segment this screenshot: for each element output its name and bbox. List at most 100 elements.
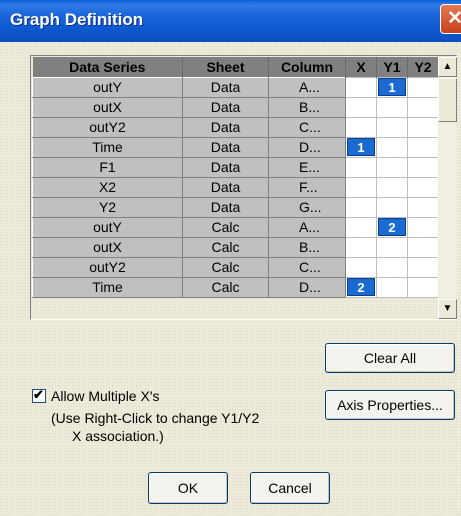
y2-cell[interactable] [407, 96, 439, 118]
series-cell[interactable]: outY [32, 76, 183, 98]
grid-vertical-scrollbar[interactable]: ▲ ▼ [438, 57, 457, 319]
x-cell[interactable] [345, 236, 377, 258]
column-cell[interactable]: B... [268, 236, 346, 258]
y1-cell[interactable]: 2 [376, 216, 408, 238]
series-cell[interactable]: Time [32, 136, 183, 158]
y2-cell[interactable] [407, 256, 439, 278]
grid-row[interactable]: Time Data D... 1 [32, 136, 439, 158]
axis-assignment-badge: 1 [347, 138, 375, 156]
grid-row[interactable]: F1 Data E... [32, 156, 439, 178]
series-grid: Data Series Sheet Column X Y1 Y2 outY Dat… [32, 57, 439, 298]
x-cell[interactable] [345, 216, 377, 238]
series-cell[interactable]: outX [32, 236, 183, 258]
x-cell[interactable] [345, 76, 377, 98]
series-cell[interactable]: outX [32, 96, 183, 118]
y1-cell[interactable] [376, 96, 408, 118]
column-cell[interactable]: C... [268, 256, 346, 278]
series-cell[interactable]: outY [32, 216, 183, 238]
y1-cell[interactable] [376, 136, 408, 158]
y1-cell[interactable] [376, 176, 408, 198]
column-cell[interactable]: F... [268, 176, 346, 198]
axis-properties-button[interactable]: Axis Properties... [325, 390, 455, 420]
arrow-down-icon: ▼ [442, 303, 453, 314]
grid-row[interactable]: X2 Data F... [32, 176, 439, 198]
y2-cell[interactable] [407, 156, 439, 178]
header-y2[interactable]: Y2 [407, 57, 439, 77]
header-sheet[interactable]: Sheet [182, 57, 269, 77]
allow-multiple-x-label[interactable]: Allow Multiple X's [51, 388, 160, 404]
cancel-button[interactable]: Cancel [250, 472, 330, 504]
grid-row[interactable]: Time Calc D... 2 [32, 276, 439, 298]
header-data-series[interactable]: Data Series [32, 57, 183, 77]
grid-row[interactable]: outY Data A... 1 [32, 76, 439, 98]
title-bar[interactable]: Graph Definition ✕ [0, 0, 461, 42]
x-cell[interactable]: 2 [345, 276, 377, 298]
y2-cell[interactable] [407, 236, 439, 258]
y2-cell[interactable] [407, 276, 439, 298]
sheet-cell[interactable]: Data [182, 156, 269, 178]
sheet-cell[interactable]: Data [182, 136, 269, 158]
scroll-up-button[interactable]: ▲ [438, 57, 457, 77]
y2-cell[interactable] [407, 176, 439, 198]
sheet-cell[interactable]: Calc [182, 236, 269, 258]
column-cell[interactable]: D... [268, 136, 346, 158]
x-cell[interactable]: 1 [345, 136, 377, 158]
column-cell[interactable]: B... [268, 96, 346, 118]
series-cell[interactable]: Y2 [32, 196, 183, 218]
series-cell[interactable]: X2 [32, 176, 183, 198]
x-cell[interactable] [345, 156, 377, 178]
column-cell[interactable]: E... [268, 156, 346, 178]
y1-cell[interactable] [376, 276, 408, 298]
sheet-cell[interactable]: Data [182, 96, 269, 118]
y2-cell[interactable] [407, 216, 439, 238]
sheet-cell[interactable]: Calc [182, 216, 269, 238]
x-cell[interactable] [345, 96, 377, 118]
column-cell[interactable]: A... [268, 216, 346, 238]
series-cell[interactable]: F1 [32, 156, 183, 178]
grid-row[interactable]: outY Calc A... 2 [32, 216, 439, 238]
series-cell[interactable]: outY2 [32, 256, 183, 278]
x-cell[interactable] [345, 196, 377, 218]
x-cell[interactable] [345, 116, 377, 138]
y1-cell[interactable] [376, 116, 408, 138]
y2-cell[interactable] [407, 76, 439, 98]
y1-cell[interactable] [376, 236, 408, 258]
grid-row[interactable]: outY2 Calc C... [32, 256, 439, 278]
y2-cell[interactable] [407, 116, 439, 138]
clear-all-button[interactable]: Clear All [325, 343, 455, 373]
allow-multiple-x-checkbox[interactable]: ✔ [32, 387, 46, 403]
grid-row[interactable]: outX Calc B... [32, 236, 439, 258]
hint-text-line1: (Use Right-Click to change Y1/Y2 [51, 410, 260, 426]
header-column[interactable]: Column [268, 57, 346, 77]
column-cell[interactable]: C... [268, 116, 346, 138]
header-y1[interactable]: Y1 [376, 57, 408, 77]
sheet-cell[interactable]: Calc [182, 256, 269, 278]
y1-cell[interactable]: 1 [376, 76, 408, 98]
y1-cell[interactable] [376, 156, 408, 178]
grid-row[interactable]: Y2 Data G... [32, 196, 439, 218]
scroll-down-button[interactable]: ▼ [438, 299, 457, 319]
x-cell[interactable] [345, 256, 377, 278]
ok-button[interactable]: OK [148, 472, 228, 504]
sheet-cell[interactable]: Data [182, 196, 269, 218]
series-cell[interactable]: outY2 [32, 116, 183, 138]
close-button[interactable]: ✕ [440, 4, 461, 34]
x-cell[interactable] [345, 176, 377, 198]
series-cell[interactable]: Time [32, 276, 183, 298]
axis-assignment-badge: 2 [347, 278, 375, 296]
sheet-cell[interactable]: Data [182, 116, 269, 138]
column-cell[interactable]: G... [268, 196, 346, 218]
scroll-thumb[interactable] [438, 78, 457, 122]
sheet-cell[interactable]: Calc [182, 276, 269, 298]
y1-cell[interactable] [376, 196, 408, 218]
y2-cell[interactable] [407, 196, 439, 218]
grid-row[interactable]: outY2 Data C... [32, 116, 439, 138]
grid-row[interactable]: outX Data B... [32, 96, 439, 118]
column-cell[interactable]: D... [268, 276, 346, 298]
header-x[interactable]: X [345, 57, 377, 77]
sheet-cell[interactable]: Data [182, 176, 269, 198]
sheet-cell[interactable]: Data [182, 76, 269, 98]
y1-cell[interactable] [376, 256, 408, 278]
column-cell[interactable]: A... [268, 76, 346, 98]
y2-cell[interactable] [407, 136, 439, 158]
